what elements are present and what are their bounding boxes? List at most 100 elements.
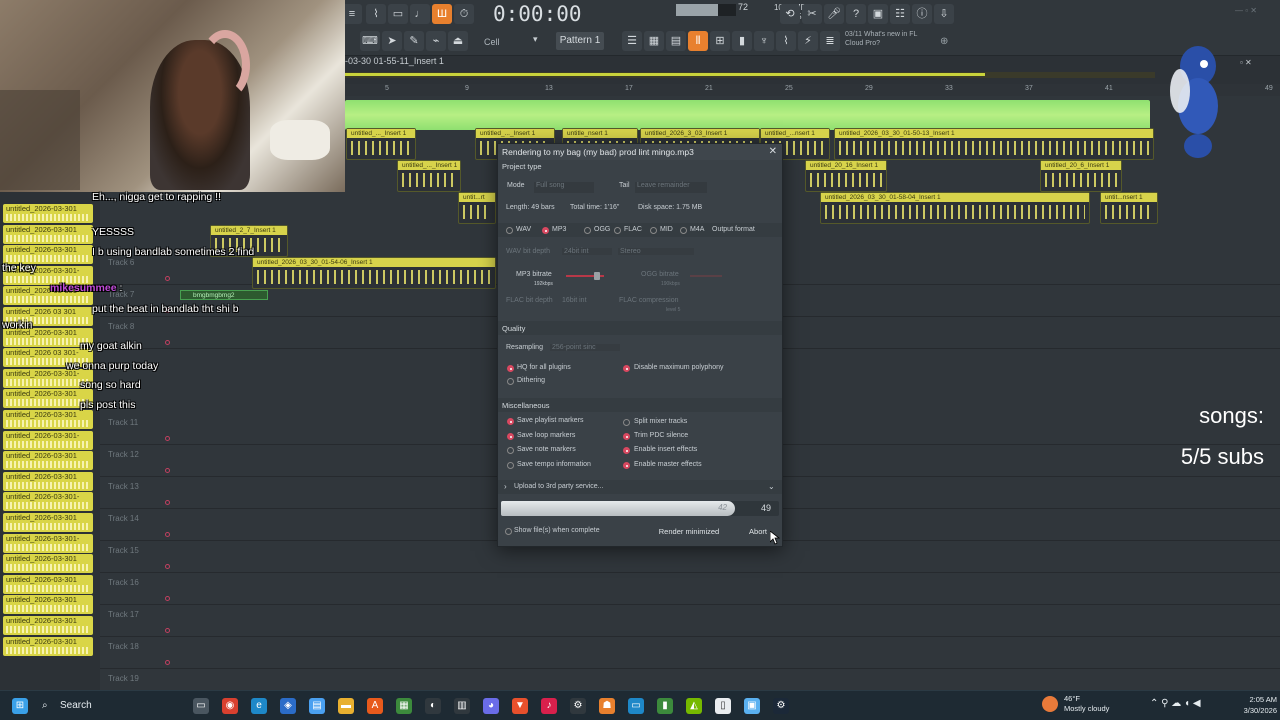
pattern-mode-icon[interactable]: ▭ — [388, 4, 408, 24]
mp3-bitrate-slider[interactable] — [566, 272, 604, 280]
wait-icon[interactable]: ⏱ — [454, 4, 474, 24]
app-icon-4[interactable]: ⚙ — [570, 698, 586, 714]
track-label[interactable]: Track 12 — [108, 450, 139, 459]
weather-widget[interactable]: 46°F Mostly cloudy — [1040, 694, 1130, 718]
record-mode-icon[interactable]: Ш — [432, 4, 452, 24]
save-note-markers-toggle[interactable] — [507, 447, 514, 454]
audio-clip[interactable]: untit...rt — [458, 192, 496, 224]
trim-pdc-toggle[interactable] — [623, 433, 630, 440]
track-label[interactable]: Track 16 — [108, 578, 139, 587]
metronome-icon[interactable]: ♩ — [410, 4, 430, 24]
browser-item[interactable]: untitled_2026-03-301 — [3, 616, 93, 635]
window-controls[interactable]: — ▫ ✕ — [1235, 6, 1257, 15]
stamp-icon[interactable]: ⏏ — [448, 31, 468, 51]
mode-select[interactable]: Full song — [534, 182, 594, 193]
save-playlist-markers-toggle[interactable] — [507, 418, 514, 425]
track-mute-icon[interactable] — [165, 436, 170, 441]
browser-item[interactable]: untitled_2026-03-301 — [3, 513, 93, 532]
brush-icon[interactable]: ⌁ — [426, 31, 446, 51]
song-mode-icon[interactable]: ⌇ — [366, 4, 386, 24]
play-arrow-icon[interactable]: ➤ — [382, 31, 402, 51]
audio-clip[interactable]: untitled_..._Insert 1 — [397, 160, 461, 192]
chevron-down-icon[interactable]: ⌄ — [768, 482, 775, 491]
app-icon-1[interactable]: ▤ — [309, 698, 325, 714]
browser-icon[interactable]: ⊞ — [710, 31, 730, 51]
discord-icon[interactable]: ◕ — [483, 698, 499, 714]
minecraft-icon[interactable]: ▦ — [396, 698, 412, 714]
dithering-toggle[interactable] — [507, 378, 514, 385]
render-minimized-button[interactable]: Render minimized — [654, 525, 724, 539]
pattern-selector[interactable]: Pattern 1 — [556, 32, 604, 50]
browser-item[interactable]: untitled_2026-03-301 — [3, 574, 93, 594]
keyboard-icon[interactable]: ⌨ — [360, 31, 380, 51]
audio-clip[interactable]: untitled_2026_03_30_01-58-04_Insert 1 — [820, 192, 1090, 224]
store-icon[interactable]: ◈ — [280, 698, 296, 714]
fl-studio-icon[interactable]: ☗ — [599, 698, 615, 714]
cut-icon[interactable]: ✂ — [802, 4, 822, 24]
task-view-icon[interactable]: ▭ — [193, 698, 209, 714]
piano-roll-icon[interactable]: ▤ — [666, 31, 686, 51]
brush-tool-icon[interactable]: ⌇ — [776, 31, 796, 51]
track-label[interactable]: Track 15 — [108, 546, 139, 555]
clock[interactable]: 2:05 AM 3/30/2026 — [1225, 694, 1277, 718]
list-icon[interactable]: ≣ — [820, 31, 840, 51]
mixer-view-icon[interactable]: ⫴ — [688, 31, 708, 51]
browser-item[interactable]: untitled_2026-03-301 — [3, 451, 93, 471]
news-panel[interactable]: 03/11 What's new in FL Cloud Pro? — [845, 30, 935, 52]
track-mute-icon[interactable] — [165, 468, 170, 473]
save-loop-markers-toggle[interactable] — [507, 433, 514, 440]
snap-dropdown-icon[interactable]: ▾ — [533, 34, 538, 45]
format-ogg-radio[interactable] — [584, 227, 591, 234]
hq-plugins-toggle[interactable] — [507, 365, 514, 372]
steam-icon[interactable]: ⚙ — [773, 698, 789, 714]
playlist-overview[interactable] — [345, 72, 1155, 78]
info-icon[interactable]: ⓘ — [912, 4, 932, 24]
format-mp3-radio[interactable] — [542, 227, 549, 234]
disable-polyphony-toggle[interactable] — [623, 365, 630, 372]
browser-item[interactable]: untitled_2026-03-301 — [3, 636, 93, 656]
pencil-icon[interactable]: ✎ — [404, 31, 424, 51]
browser-item[interactable]: untitled_2026-03-301 — [3, 471, 93, 491]
timeline-ruler[interactable]: 5913172125293337414549 — [345, 84, 1280, 96]
brave-icon[interactable]: ▼ — [512, 698, 528, 714]
tiktok-icon[interactable]: ♪ — [541, 698, 557, 714]
save-icon[interactable]: ▣ — [868, 4, 888, 24]
folder-icon[interactable]: ▬ — [338, 698, 354, 714]
show-files-toggle[interactable] — [505, 528, 512, 535]
app-icon-6[interactable]: ▮ — [657, 698, 673, 714]
track-label[interactable]: Track 14 — [108, 514, 139, 523]
format-m4a-radio[interactable] — [680, 227, 687, 234]
track-mute-icon[interactable] — [165, 564, 170, 569]
app-icon-2[interactable]: ◐ — [425, 698, 441, 714]
app-icon-7[interactable]: ▣ — [744, 698, 760, 714]
tuner-icon[interactable]: ♆ — [754, 31, 774, 51]
format-flac-radio[interactable] — [614, 227, 621, 234]
taskbar-search[interactable]: ⌕ Search — [36, 695, 186, 717]
tray-icons[interactable]: ⌃ ⚲ ☁ ◖ ◀ — [1150, 698, 1201, 709]
ogg-bitrate-slider[interactable] — [690, 275, 722, 277]
transport-icon-1[interactable]: ≡ — [342, 4, 362, 24]
globe-icon[interactable]: ⊕ — [940, 36, 948, 47]
snap-selector[interactable]: Cell — [484, 34, 536, 50]
track-mute-icon[interactable] — [165, 628, 170, 633]
browser-item[interactable]: untitled_2026-03-301- — [3, 533, 93, 553]
save-tempo-toggle[interactable] — [507, 462, 514, 469]
track-label[interactable]: Track 18 — [108, 642, 139, 651]
flac-bit-depth-select[interactable]: 16bit int — [562, 297, 587, 304]
download-icon[interactable]: ⇩ — [934, 4, 954, 24]
browser-item[interactable]: untitled_2026-03-301- — [3, 492, 93, 512]
close-icon[interactable]: ✕ — [769, 146, 777, 157]
master-effects-toggle[interactable] — [623, 462, 630, 469]
track-mute-icon[interactable] — [165, 660, 170, 665]
track-label[interactable]: Track 19 — [108, 674, 139, 683]
help-icon[interactable]: ? — [846, 4, 866, 24]
upload-label[interactable]: Upload to 3rd party service... — [514, 483, 604, 490]
windows-start-icon[interactable]: ⊞ — [12, 698, 28, 714]
browser-item[interactable]: untitled_2026-03-301- — [3, 430, 93, 450]
mixer-icon[interactable]: ☷ — [890, 4, 910, 24]
format-wav-radio[interactable] — [506, 227, 513, 234]
time-display[interactable]: 0:00:00 — [493, 2, 582, 28]
playlist-icon[interactable]: ☰ — [622, 31, 642, 51]
audio-clip[interactable]: untitled_..._Insert 1 — [346, 128, 416, 160]
insert-effects-toggle[interactable] — [623, 447, 630, 454]
